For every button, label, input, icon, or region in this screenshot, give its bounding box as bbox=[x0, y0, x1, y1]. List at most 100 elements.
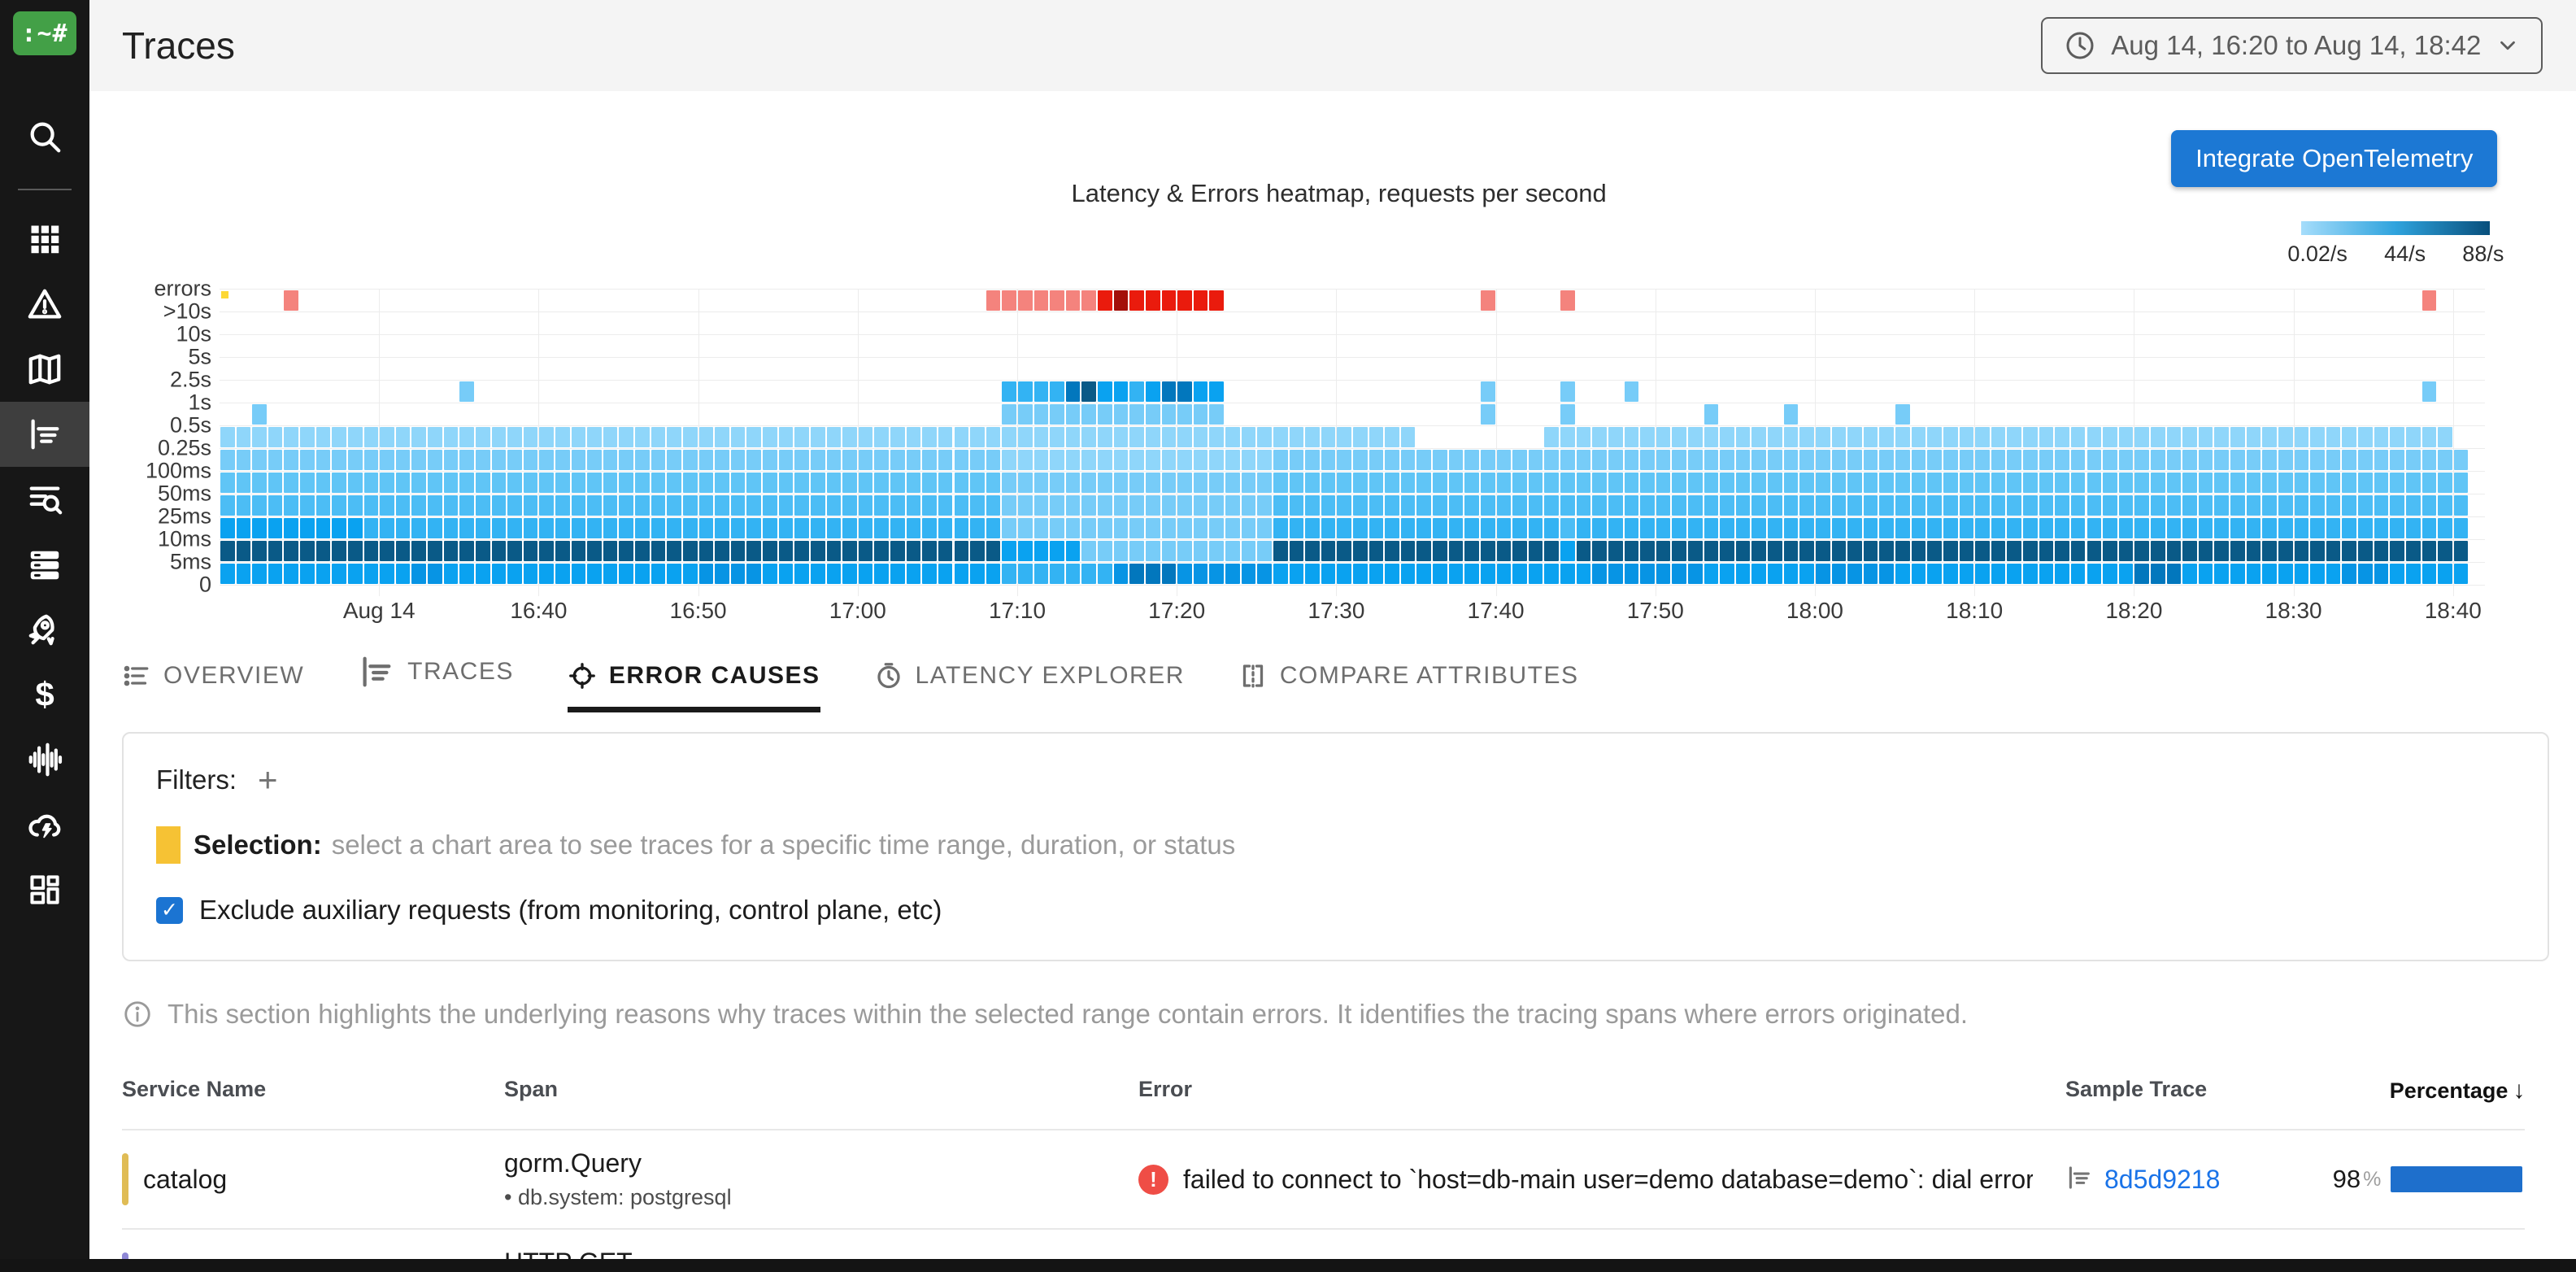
heatmap-cell bbox=[2087, 518, 2102, 538]
sidebar-item-risks[interactable] bbox=[0, 792, 89, 857]
heatmap-cell bbox=[715, 473, 729, 493]
heatmap-cell bbox=[1864, 427, 1878, 447]
heatmap-cell bbox=[1194, 518, 1208, 538]
heatmap-cell bbox=[2214, 495, 2229, 516]
heatmap-cell bbox=[284, 541, 298, 561]
heatmap-cell bbox=[2151, 473, 2165, 493]
sidebar-item-costs[interactable]: $ bbox=[0, 662, 89, 727]
heatmap-cell bbox=[1242, 473, 1256, 493]
sidebar-item-deployments[interactable] bbox=[0, 597, 89, 662]
sidebar-item-nodes[interactable] bbox=[0, 532, 89, 597]
table-header-sample-trace[interactable]: Sample Trace bbox=[2065, 1077, 2326, 1102]
table-header-service-name[interactable]: Service Name bbox=[122, 1077, 504, 1102]
heatmap-cell bbox=[2358, 473, 2373, 493]
coroot-logo[interactable]: :~# bbox=[13, 11, 76, 55]
heatmap-cell bbox=[2262, 541, 2277, 561]
tab-error-causes[interactable]: ERROR CAUSES bbox=[568, 661, 820, 712]
heatmap-cell bbox=[1018, 495, 1033, 516]
table-header-percentage[interactable]: Percentage↓ bbox=[2326, 1077, 2525, 1104]
sidebar-item-search[interactable] bbox=[0, 104, 89, 169]
heatmap-cell bbox=[332, 518, 346, 538]
table-row[interactable]: cataloggorm.Query• db.system: postgresql… bbox=[122, 1130, 2525, 1230]
heatmap-cell bbox=[2007, 495, 2021, 516]
heatmap-cell bbox=[284, 290, 298, 311]
heatmap-cell bbox=[794, 473, 809, 493]
sample-trace-link[interactable]: 8d5d9218 bbox=[2104, 1165, 2220, 1195]
heatmap-cell bbox=[1672, 427, 1686, 447]
tab-latency-explorer[interactable]: LATENCY EXPLORER bbox=[874, 661, 1185, 712]
span-name: gorm.Query bbox=[504, 1148, 1138, 1178]
table-header-span[interactable]: Span bbox=[504, 1077, 1138, 1102]
heatmap-cell bbox=[459, 495, 474, 516]
heatmap-cell bbox=[1768, 564, 1782, 584]
heatmap-cell bbox=[1337, 541, 1351, 561]
heatmap-cell bbox=[1209, 404, 1224, 425]
heatmap-cell bbox=[1066, 564, 1081, 584]
heatmap-cell bbox=[1002, 564, 1016, 584]
heatmap-cell bbox=[1656, 495, 1671, 516]
sidebar-item-service-map[interactable] bbox=[0, 337, 89, 402]
heatmap-cell bbox=[524, 427, 538, 447]
heatmap-cell bbox=[2326, 450, 2341, 470]
add-filter-button[interactable]: + bbox=[258, 763, 278, 797]
heatmap-cell bbox=[1290, 518, 1304, 538]
heatmap-cell bbox=[1098, 290, 1112, 311]
heatmap-cell bbox=[970, 564, 985, 584]
heatmap-cell bbox=[1209, 473, 1224, 493]
tab-traces[interactable]: TRACES bbox=[358, 653, 514, 712]
heatmap-cell bbox=[1625, 381, 1639, 402]
heatmap-cell bbox=[2134, 564, 2149, 584]
sidebar-item-incidents[interactable] bbox=[0, 272, 89, 337]
heatmap-cell bbox=[555, 450, 570, 470]
sort-descending-icon: ↓ bbox=[2513, 1077, 2525, 1104]
heatmap-cell bbox=[603, 427, 618, 447]
heatmap-cell bbox=[1592, 427, 1607, 447]
heatmap-cell bbox=[1912, 473, 1926, 493]
sidebar-divider bbox=[18, 189, 72, 190]
heatmap-cell bbox=[1560, 450, 1575, 470]
heatmap-cell bbox=[348, 450, 363, 470]
sidebar-item-anomalies[interactable] bbox=[0, 727, 89, 792]
heatmap-cell bbox=[2007, 564, 2021, 584]
exclude-auxiliary-checkbox[interactable]: ✓ bbox=[156, 897, 183, 924]
heatmap-cell bbox=[2023, 541, 2038, 561]
heatmap-cell bbox=[1177, 427, 1192, 447]
heatmap-cell bbox=[1177, 404, 1192, 425]
gridline-horizontal bbox=[220, 380, 2485, 381]
heatmap-cell bbox=[1305, 473, 1320, 493]
heatmap-cell bbox=[1592, 473, 1607, 493]
heatmap-cell bbox=[2007, 473, 2021, 493]
heatmap-cell bbox=[1353, 541, 1368, 561]
heatmap-cell bbox=[1353, 427, 1368, 447]
heatmap-cell bbox=[1975, 473, 1990, 493]
heatmap-plot[interactable] bbox=[220, 289, 2485, 585]
sidebar-item-traces[interactable] bbox=[0, 402, 89, 467]
table-header-error[interactable]: Error bbox=[1138, 1077, 2065, 1102]
time-range-picker[interactable]: Aug 14, 16:20 to Aug 14, 18:42 bbox=[2041, 17, 2543, 74]
heatmap-cell bbox=[572, 518, 586, 538]
heatmap-cell bbox=[827, 427, 842, 447]
heatmap-cell bbox=[1018, 450, 1033, 470]
heatmap-cell bbox=[1625, 450, 1639, 470]
heatmap-cell bbox=[1464, 495, 1479, 516]
heatmap-cell bbox=[1114, 564, 1129, 584]
heatmap-cell bbox=[2262, 450, 2277, 470]
tab-overview[interactable]: OVERVIEW bbox=[122, 661, 304, 712]
heatmap-cell bbox=[300, 427, 315, 447]
heatmap-cell bbox=[2055, 473, 2069, 493]
sidebar-item-applications[interactable] bbox=[0, 207, 89, 272]
heatmap-cell bbox=[1784, 427, 1799, 447]
sidebar-item-logs[interactable] bbox=[0, 467, 89, 532]
heatmap-cell bbox=[587, 564, 602, 584]
heatmap-cell bbox=[1129, 427, 1144, 447]
heatmap-cell bbox=[444, 473, 459, 493]
heatmap-cell bbox=[2182, 427, 2197, 447]
heatmap-cell bbox=[1002, 541, 1016, 561]
tab-compare-attributes[interactable]: COMPARE ATTRIBUTES bbox=[1238, 661, 1579, 712]
heatmap-cell bbox=[635, 495, 650, 516]
cloud-bolt-icon bbox=[26, 806, 63, 843]
heatmap-cell bbox=[2103, 564, 2117, 584]
heatmap-cell bbox=[396, 541, 411, 561]
heatmap-cell bbox=[1577, 450, 1591, 470]
sidebar-item-dashboards[interactable] bbox=[0, 857, 89, 922]
